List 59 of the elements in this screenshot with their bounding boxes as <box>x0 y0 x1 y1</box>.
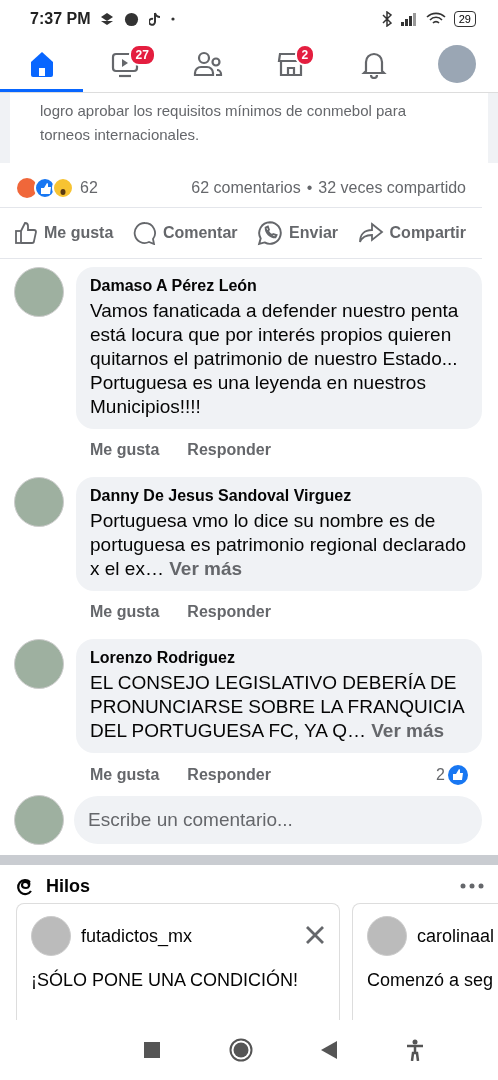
status-time: 7:37 PM <box>30 10 91 28</box>
reply-link[interactable]: Responder <box>187 441 271 459</box>
like-count: 2 <box>436 766 445 784</box>
nav-tab[interactable]: 27 <box>83 38 166 92</box>
thread-username[interactable]: carolinaal <box>417 925 495 947</box>
separator-dot: • <box>306 179 313 197</box>
like-link[interactable]: Me gusta <box>90 441 160 459</box>
recents-icon[interactable] <box>144 1042 161 1058</box>
battery-level: 29 <box>453 11 476 27</box>
comment-input[interactable]: Escribe un comentario... <box>74 796 482 844</box>
notification-badge: 2 <box>294 44 316 66</box>
comment-author[interactable]: Lorenzo Rodriguez <box>90 649 472 667</box>
post-action-button[interactable]: Compartir <box>355 218 468 248</box>
thumbs-up-icon <box>14 221 38 245</box>
comment-author[interactable]: Danny De Jesus Sandoval Virguez <box>90 487 472 505</box>
home-button-icon[interactable] <box>228 1038 253 1062</box>
comment-text: Vamos fanaticada a defender nuestro penta está locura que por interés propios quieren quitarnos el patrimonio de nuestro Estado... Portuguesa es una leyenda en nuestros Municipios!!!! <box>90 299 460 419</box>
share-arrow-icon <box>357 221 384 245</box>
see-more-link[interactable]: Ver más <box>371 720 445 741</box>
shares-count[interactable]: 32 veces compartido <box>318 179 466 197</box>
layers-icon <box>100 12 115 26</box>
thread-text: ¡SÓLO PONE UNA CONDICIÓN! <box>31 970 299 991</box>
avatar <box>31 916 71 956</box>
thread-username[interactable]: futadictos_mx <box>81 925 193 947</box>
back-icon[interactable] <box>321 1041 338 1059</box>
comment-text: EL CONSEJO LEGISLATIVO DEBERÍA DE PRONUNCIARSE SOBRE LA FRANQUICIA DEL PORTUGUESA FC, YA Q… Ver más <box>90 671 466 743</box>
phone-bubble-icon <box>257 220 284 246</box>
avatar <box>14 795 64 845</box>
reply-link[interactable]: Responder <box>187 603 271 621</box>
reaction-icons <box>16 177 74 199</box>
like-link[interactable]: Me gusta <box>90 603 160 621</box>
thread-card[interactable]: carolinaal Comenzó a seg <box>352 903 498 1020</box>
dot-icon <box>171 17 176 21</box>
bluetooth-icon <box>381 11 392 27</box>
thread-text: Comenzó a seg <box>367 970 494 991</box>
signal-icon <box>399 12 418 26</box>
profile-avatar <box>437 44 476 83</box>
comment-text: Portuguesa vmo lo dice su nombre es de portuguesa es patrimonio regional declarado x el ex… Ver más <box>90 509 468 581</box>
accessibility-icon[interactable] <box>405 1039 424 1061</box>
like-link[interactable]: Me gusta <box>90 766 160 784</box>
reply-link[interactable]: Responder <box>187 766 271 784</box>
thumbs-up-icon <box>448 765 468 785</box>
post-action-button[interactable]: Me gusta <box>12 218 116 248</box>
notification-badge: 27 <box>128 44 156 66</box>
comments-count[interactable]: 62 comentarios <box>191 179 301 197</box>
post-text: logro aprobar los requisitos mínimos de conmebol para <box>40 101 408 121</box>
post-action-button[interactable]: Enviar <box>255 218 340 248</box>
section-title: Hilos <box>46 875 90 897</box>
see-more-link[interactable]: Ver más <box>169 558 243 579</box>
more-icon[interactable] <box>460 883 484 889</box>
wifi-icon <box>425 12 446 26</box>
reaction-count: 62 <box>80 179 98 197</box>
music-note-icon <box>149 11 162 27</box>
speech-bubble-icon <box>132 221 157 245</box>
comment-author[interactable]: Damaso A Pérez León <box>90 277 472 295</box>
avatar <box>367 916 407 956</box>
nav-tab[interactable]: 2 <box>249 38 332 92</box>
post-text: torneos internacionales. <box>40 125 201 145</box>
post-action-button[interactable]: Comentar <box>130 218 240 248</box>
